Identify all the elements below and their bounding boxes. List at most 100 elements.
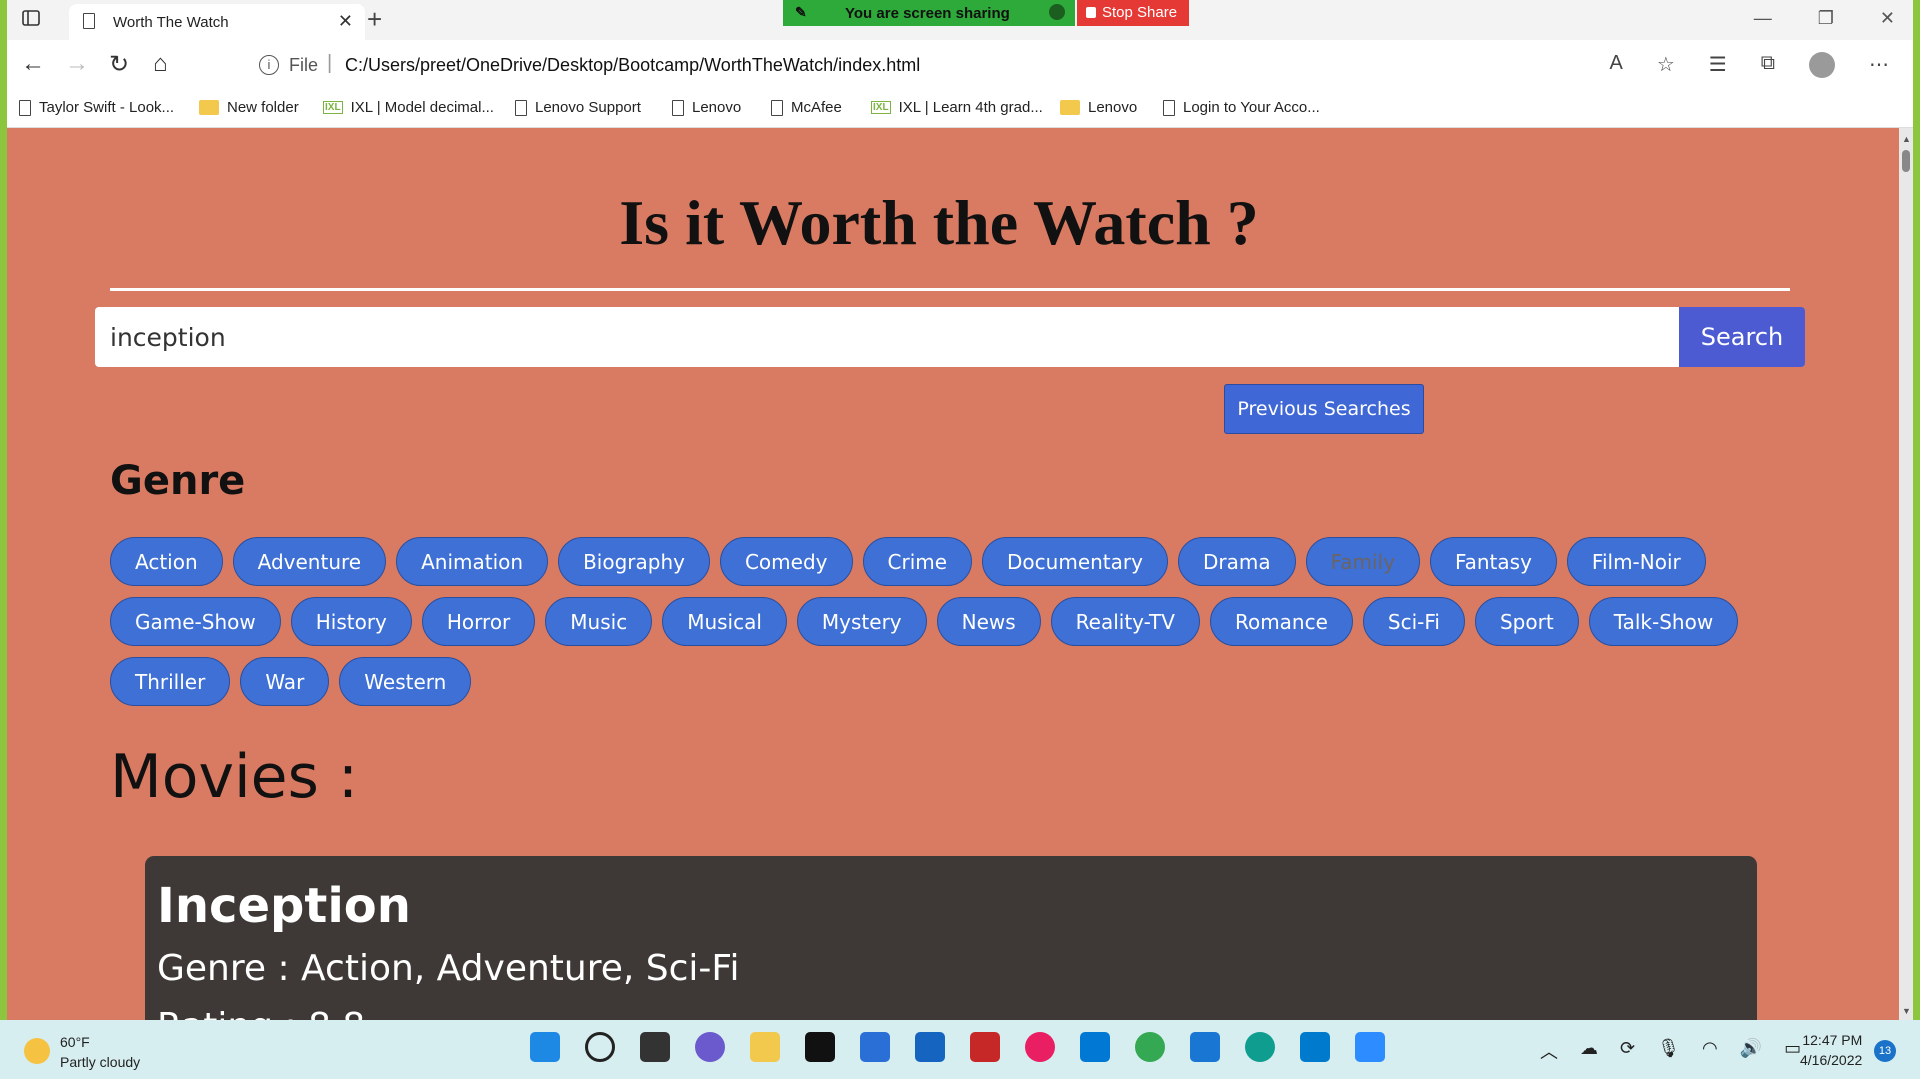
bookmark-item[interactable]: Taylor Swift - Look... [19,99,174,116]
page-icon [672,99,684,116]
onedrive-icon[interactable]: ☁ [1580,1038,1598,1064]
bookmarks-bar: Taylor Swift - Look... New folder IXL IXL… [7,90,1913,128]
minimize-icon[interactable]: — [1754,8,1772,29]
refresh-icon[interactable]: ↻ [109,50,129,79]
genre-button-reality-tv[interactable]: Reality-TV [1050,597,1200,646]
folder-icon [1060,100,1080,115]
url-text[interactable]: C:/Users/preet/OneDrive/Desktop/Bootcamp… [345,55,920,76]
vertical-scrollbar[interactable]: ▲ ▼ [1899,128,1913,1020]
partly-cloudy-icon [24,1038,50,1064]
read-aloud-icon[interactable]: A [1610,52,1623,78]
chat-icon[interactable] [695,1032,725,1062]
close-window-icon[interactable]: ✕ [1880,8,1895,29]
bookmark-label: New folder [227,99,299,116]
genre-button-action[interactable]: Action [110,537,223,586]
bookmark-item[interactable]: Lenovo [672,99,741,116]
weather-widget[interactable]: 60°F Partly cloudy [24,1032,140,1072]
file-label: File [289,55,319,75]
genre-button-history[interactable]: History [290,597,412,646]
vscode-icon[interactable] [1300,1032,1330,1062]
genre-button-sport[interactable]: Sport [1474,597,1579,646]
genre-button-fantasy[interactable]: Fantasy [1429,537,1557,586]
bookmark-label: Lenovo [1088,99,1138,116]
more-options-icon[interactable]: ⋯ [1869,52,1889,78]
genre-button-family[interactable]: Family [1305,537,1420,586]
chrome-icon[interactable] [1135,1032,1165,1062]
genre-button-comedy[interactable]: Comedy [719,537,853,586]
home-icon[interactable]: ⌂ [153,50,168,78]
genre-button-mystery[interactable]: Mystery [796,597,927,646]
scroll-down-icon[interactable]: ▼ [1902,1006,1911,1016]
genre-button-western[interactable]: Western [339,657,472,706]
bookmark-item[interactable]: Login to Your Acco... [1163,99,1320,116]
battery-icon[interactable]: ▭ [1784,1038,1801,1064]
edge-icon[interactable] [1245,1032,1275,1062]
genre-button-music[interactable]: Music [545,597,653,646]
scrollbar-thumb[interactable] [1902,150,1910,172]
genre-button-animation[interactable]: Animation [396,537,549,586]
slack-icon[interactable] [1025,1032,1055,1062]
taskbar-apps [530,1032,1385,1062]
genre-button-horror[interactable]: Horror [421,597,536,646]
info-icon[interactable]: i [259,55,279,75]
l-app-icon[interactable] [915,1032,945,1062]
collections-icon[interactable]: ⧉ [1761,52,1775,78]
genre-button-romance[interactable]: Romance [1209,597,1353,646]
outlook-icon[interactable] [1080,1032,1110,1062]
genre-button-crime[interactable]: Crime [862,537,973,586]
genre-button-drama[interactable]: Drama [1177,537,1296,586]
file-explorer-icon[interactable] [750,1032,780,1062]
genre-button-musical[interactable]: Musical [662,597,787,646]
zoom-icon[interactable] [1355,1032,1385,1062]
wifi-icon[interactable]: ◠ [1702,1038,1718,1064]
add-favorite-icon[interactable]: ☆ [1657,52,1675,78]
mcafee-icon[interactable] [970,1032,1000,1062]
genre-button-film-noir[interactable]: Film-Noir [1566,537,1706,586]
chevron-up-icon[interactable]: ︿ [1540,1038,1558,1064]
genre-button-war[interactable]: War [240,657,330,706]
bookmark-item[interactable]: Lenovo Support [515,99,641,116]
previous-searches-button[interactable]: Previous Searches [1224,384,1424,434]
start-icon[interactable] [530,1032,560,1062]
forward-icon[interactable]: → [65,50,89,78]
sync-icon[interactable]: ⟳ [1620,1038,1635,1064]
task-view-icon[interactable] [640,1032,670,1062]
genre-button-sci-fi[interactable]: Sci-Fi [1362,597,1465,646]
search-icon[interactable] [585,1032,615,1062]
bookmark-item[interactable]: IXL IXL | Learn 4th grad... [871,99,1043,116]
tab-actions-icon[interactable] [21,8,43,30]
search-input[interactable] [95,307,1679,367]
volume-icon[interactable]: 🔊 [1740,1038,1762,1064]
bookmark-item[interactable]: IXL IXL | Model decimal... [323,99,494,116]
notepad-icon[interactable] [1190,1032,1220,1062]
back-icon[interactable]: ← [21,50,45,78]
store-icon[interactable] [860,1032,890,1062]
favorites-icon[interactable]: ☰ [1709,52,1727,78]
notification-badge[interactable]: 13 [1874,1040,1896,1062]
browser-tab[interactable]: Worth The Watch ✕ [69,4,365,40]
scroll-up-icon[interactable]: ▲ [1902,134,1911,144]
genre-button-news[interactable]: News [936,597,1041,646]
page-title: Is it Worth the Watch ? [619,187,1259,258]
url-field[interactable]: i File | C:/Users/preet/OneDrive/Desktop… [245,48,1685,82]
bookmark-item[interactable]: New folder [199,99,299,116]
genre-button-adventure[interactable]: Adventure [232,537,387,586]
genre-button-biography[interactable]: Biography [558,537,710,586]
terminal-icon[interactable] [805,1032,835,1062]
search-button[interactable]: Search [1679,307,1805,367]
movie-card[interactable]: Inception Genre : Action, Adventure, Sci… [145,856,1757,1020]
profile-avatar[interactable] [1809,52,1835,78]
microphone-icon[interactable]: 🎙 [1657,1038,1680,1064]
bookmark-item[interactable]: McAfee [771,99,842,116]
movie-genre: Genre : Action, Adventure, Sci-Fi [157,948,740,989]
clock[interactable]: 12:47 PM 4/16/2022 [1800,1030,1862,1070]
bookmark-item[interactable]: Lenovo [1060,99,1137,116]
new-tab-button[interactable]: + [367,4,382,35]
close-tab-icon[interactable]: ✕ [338,11,353,32]
restore-icon[interactable]: ❐ [1818,8,1834,29]
genre-button-documentary[interactable]: Documentary [982,537,1168,586]
stop-share-button[interactable]: Stop Share [1077,0,1189,26]
genre-button-talk-show[interactable]: Talk-Show [1588,597,1739,646]
genre-button-thriller[interactable]: Thriller [110,657,231,706]
genre-button-game-show[interactable]: Game-Show [110,597,281,646]
